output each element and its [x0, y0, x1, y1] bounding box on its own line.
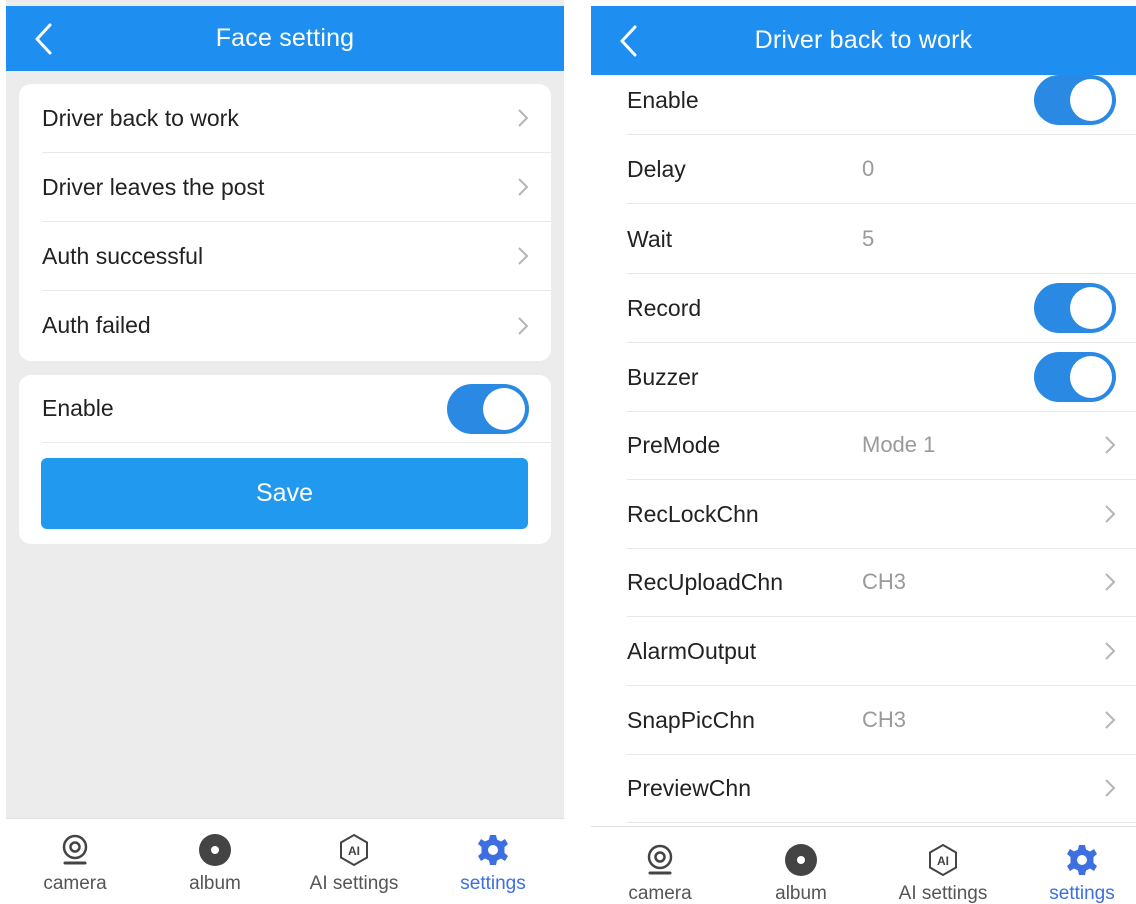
- setting-label: PreviewChn: [627, 774, 751, 801]
- menu-item-label: Auth failed: [42, 312, 151, 338]
- app-header: Face setting: [6, 6, 564, 71]
- setting-label: Record: [627, 294, 702, 321]
- event-menu-card: Driver back to work Driver leaves the po…: [19, 84, 551, 361]
- menu-item-auth-successful[interactable]: Auth successful: [42, 222, 551, 291]
- menu-item-driver-back-to-work[interactable]: Driver back to work: [42, 84, 551, 153]
- enable-label: Enable: [42, 395, 114, 421]
- setting-row-alarmoutput[interactable]: AlarmOutput: [627, 617, 1136, 686]
- tab-camera[interactable]: camera: [600, 827, 720, 904]
- chevron-right-icon: [1104, 710, 1116, 730]
- setting-label: SnapPicChn: [627, 706, 755, 733]
- tab-label: album: [775, 883, 827, 904]
- menu-item-label: Driver leaves the post: [42, 173, 265, 200]
- enable-toggle[interactable]: [447, 384, 529, 434]
- page-title: Driver back to work: [754, 26, 973, 54]
- setting-label: Buzzer: [627, 363, 699, 390]
- tab-settings[interactable]: settings: [1022, 827, 1136, 904]
- enable-toggle[interactable]: [1034, 75, 1116, 125]
- bottom-tab-bar: camera album AI AI settings settings: [6, 818, 564, 904]
- gear-icon: [476, 833, 510, 867]
- tab-album[interactable]: album: [155, 819, 275, 904]
- tab-label: album: [189, 873, 241, 894]
- toggle-knob: [1070, 79, 1112, 121]
- menu-item-auth-failed[interactable]: Auth failed: [42, 291, 551, 360]
- setting-row-snappicchn[interactable]: SnapPicChn CH3: [627, 686, 1136, 755]
- menu-item-label: Auth successful: [42, 242, 204, 269]
- setting-label: Wait: [627, 225, 673, 252]
- setting-row-record: Record: [627, 274, 1136, 343]
- chevron-right-icon: [1104, 435, 1116, 455]
- driver-back-to-work-screen: Driver back to work Enable Delay 0 Wait …: [591, 0, 1136, 904]
- buzzer-toggle[interactable]: [1034, 352, 1116, 402]
- tab-settings[interactable]: settings: [433, 819, 553, 904]
- chevron-right-icon: [517, 108, 529, 128]
- tab-label: settings: [1049, 883, 1115, 904]
- setting-row-recuploadchn[interactable]: RecUploadChn CH3: [627, 548, 1136, 617]
- face-setting-screen: Face setting Driver back to work Driver …: [6, 0, 564, 904]
- chevron-right-icon: [1104, 572, 1116, 592]
- menu-item-label: Driver back to work: [42, 104, 239, 131]
- record-toggle[interactable]: [1034, 283, 1116, 333]
- setting-label: Delay: [627, 155, 686, 182]
- setting-row-enable: Enable: [627, 66, 1136, 135]
- tab-ai-settings[interactable]: AI AI settings: [883, 827, 1003, 904]
- setting-label: AlarmOutput: [627, 637, 757, 664]
- toggle-knob: [483, 388, 525, 430]
- delay-value[interactable]: 0: [862, 156, 874, 182]
- tab-label: settings: [460, 873, 526, 894]
- tab-label: camera: [43, 873, 107, 894]
- wait-value[interactable]: 5: [862, 226, 874, 252]
- setting-label: Enable: [627, 86, 699, 113]
- camera-icon: [643, 843, 677, 877]
- chevron-right-icon: [1104, 641, 1116, 661]
- ai-icon: AI: [337, 833, 371, 867]
- setting-row-premode[interactable]: PreMode Mode 1: [627, 411, 1136, 480]
- enable-card: Enable Save: [19, 375, 551, 544]
- chevron-right-icon: [1104, 504, 1116, 524]
- tab-ai-settings[interactable]: AI AI settings: [294, 819, 414, 904]
- tab-camera[interactable]: camera: [15, 819, 135, 904]
- svg-text:AI: AI: [348, 844, 360, 858]
- page-title: Face setting: [215, 24, 355, 52]
- setting-row-delay[interactable]: Delay 0: [627, 135, 1136, 204]
- enable-row: Enable: [42, 375, 551, 443]
- tab-label: camera: [628, 883, 692, 904]
- camera-icon: [58, 833, 92, 867]
- chevron-right-icon: [1104, 778, 1116, 798]
- premode-value: Mode 1: [862, 432, 936, 457]
- ai-icon: AI: [926, 843, 960, 877]
- album-icon: [198, 833, 232, 867]
- album-icon: [784, 843, 818, 877]
- recuploadchn-value: CH3: [862, 569, 907, 594]
- tab-label: AI settings: [898, 883, 988, 904]
- chevron-right-icon: [517, 316, 529, 336]
- bottom-tab-bar: camera album AI AI settings settings: [591, 826, 1136, 904]
- back-arrow-icon[interactable]: [613, 21, 643, 61]
- snappicchn-value: CH3: [862, 707, 907, 732]
- svg-text:AI: AI: [937, 854, 949, 868]
- chevron-right-icon: [517, 246, 529, 266]
- tab-label: AI settings: [309, 873, 399, 894]
- chevron-right-icon: [517, 177, 529, 197]
- setting-label: RecUploadChn: [627, 568, 783, 595]
- toggle-knob: [1070, 287, 1112, 329]
- setting-label: RecLockChn: [627, 500, 759, 527]
- setting-row-buzzer: Buzzer: [627, 343, 1136, 412]
- menu-item-driver-leaves-post[interactable]: Driver leaves the post: [42, 153, 551, 222]
- tab-album[interactable]: album: [741, 827, 861, 904]
- setting-row-previewchn[interactable]: PreviewChn: [627, 754, 1136, 823]
- setting-row-reclockchn[interactable]: RecLockChn: [627, 480, 1136, 549]
- save-button[interactable]: Save: [41, 458, 528, 529]
- setting-row-wait[interactable]: Wait 5: [627, 205, 1136, 274]
- app-header: Driver back to work: [591, 6, 1136, 75]
- back-arrow-icon[interactable]: [28, 19, 58, 59]
- toggle-knob: [1070, 356, 1112, 398]
- setting-label: PreMode: [627, 431, 721, 458]
- gear-icon: [1065, 843, 1099, 877]
